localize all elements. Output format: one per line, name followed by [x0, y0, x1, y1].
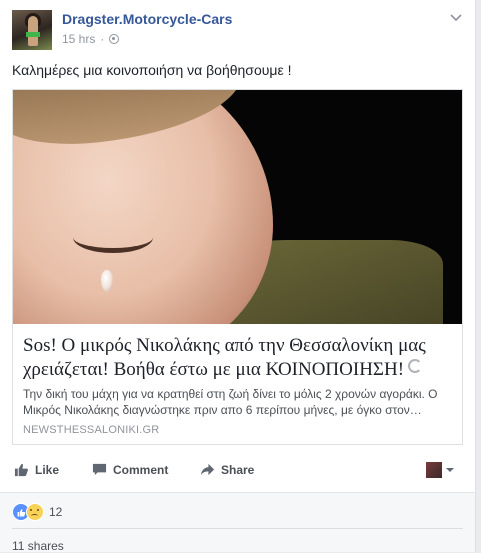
post-text: Καλημέρες μια κοινοποιήση να βοήθησουμε … — [12, 62, 292, 78]
action-bar: Like Comment Share — [12, 462, 463, 486]
like-button[interactable]: Like — [14, 462, 59, 477]
caret-down-icon — [446, 468, 454, 472]
link-domain: NEWSTHESSALONIKI.GR — [23, 424, 160, 436]
share-arrow-icon — [200, 463, 215, 476]
post-card: Dragster.Motorcycle-Cars 15 hrs · Καλημέ… — [0, 0, 476, 553]
thumbs-up-icon — [14, 463, 28, 477]
link-headline[interactable]: Sos! Ο μικρός Νικολάκης από την Θεσσαλον… — [23, 334, 453, 382]
reactions-section: 12 11 shares — [0, 493, 475, 553]
share-label: Share — [221, 462, 255, 477]
link-preview-card[interactable]: Sos! Ο μικρός Νικολάκης από την Θεσσαλον… — [12, 89, 463, 445]
comment-button[interactable]: Comment — [92, 462, 168, 477]
divider — [12, 528, 463, 529]
link-preview-image[interactable] — [13, 90, 462, 324]
timestamp[interactable]: 15 hrs — [62, 32, 95, 46]
author-avatar[interactable] — [12, 10, 52, 50]
sad-reaction-icon — [26, 503, 44, 521]
link-preview-body[interactable]: Sos! Ο μικρός Νικολάκης από την Θεσσαλον… — [13, 324, 462, 444]
author-name[interactable]: Dragster.Motorcycle-Cars — [62, 11, 232, 27]
shares-count[interactable]: 11 shares — [12, 539, 64, 553]
post-as-selector[interactable] — [426, 462, 455, 478]
reaction-summary[interactable]: 12 — [12, 503, 62, 521]
post-meta: 15 hrs · — [62, 32, 120, 46]
meta-separator: · — [100, 32, 105, 46]
chevron-down-icon[interactable] — [449, 10, 463, 24]
share-button[interactable]: Share — [200, 462, 254, 477]
comment-label: Comment — [113, 462, 169, 477]
loading-spinner-icon — [408, 359, 423, 373]
page-avatar-icon — [426, 462, 442, 478]
globe-icon[interactable] — [109, 34, 120, 44]
like-label: Like — [35, 462, 60, 477]
reaction-count[interactable]: 12 — [49, 505, 62, 519]
link-description: Την δική του μάχη για να κρατηθεί στη ζω… — [23, 387, 438, 417]
comment-icon — [92, 463, 107, 476]
